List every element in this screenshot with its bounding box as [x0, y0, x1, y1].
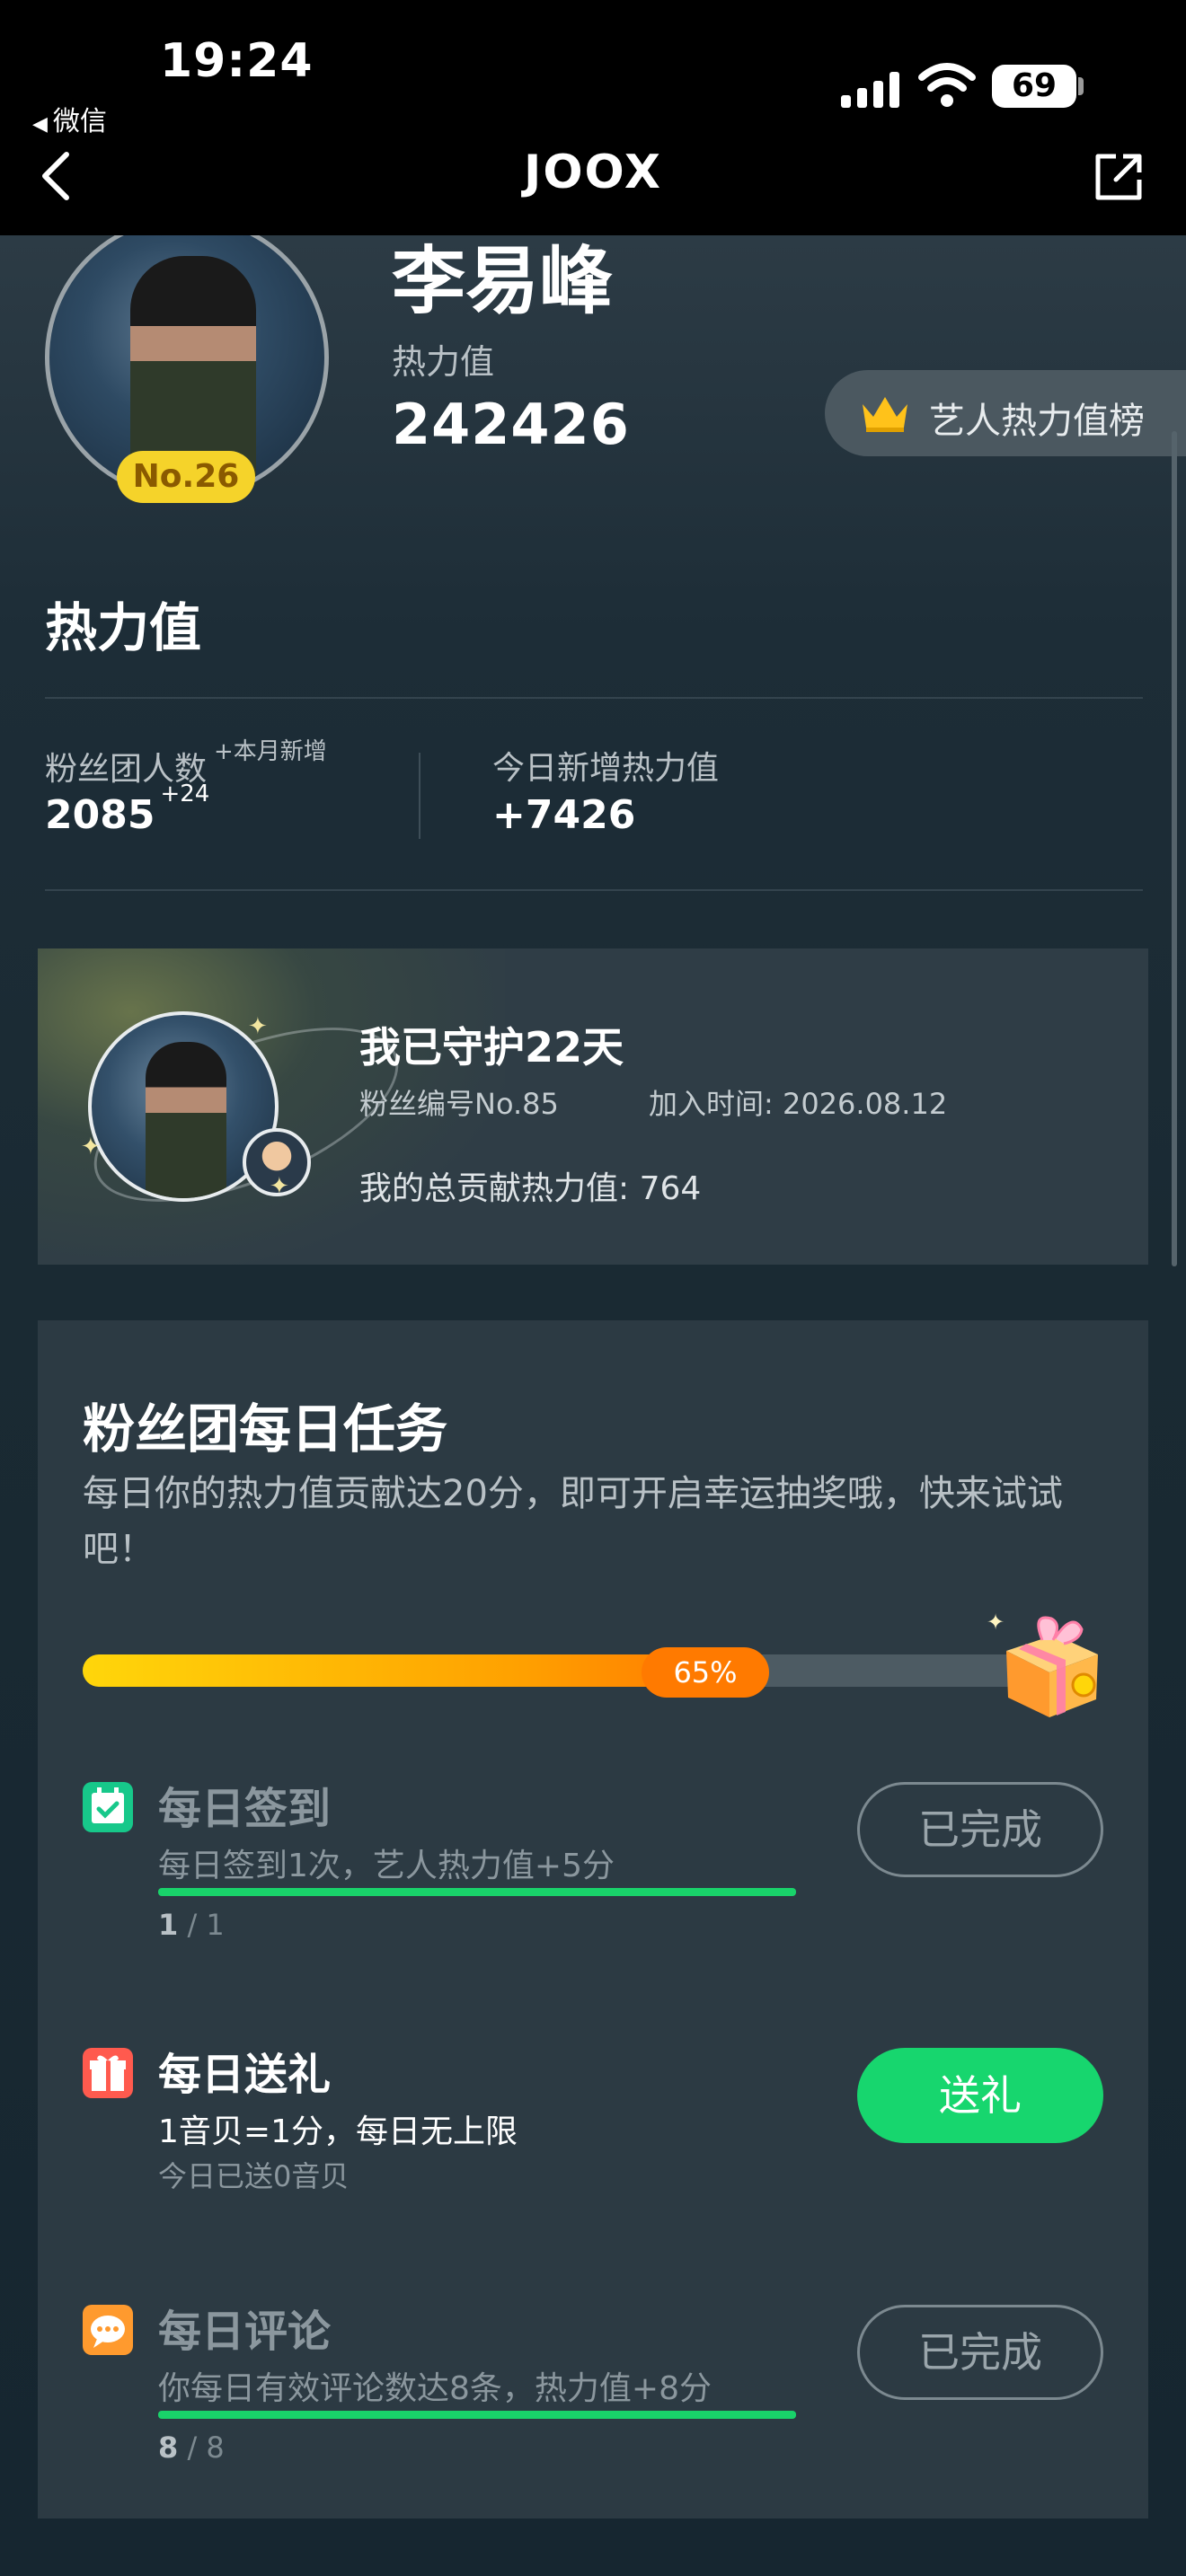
fans-count-increase: +24	[160, 781, 210, 808]
task-count: 1 / 1	[158, 1908, 225, 1942]
task-name: 每日评论	[158, 2307, 332, 2357]
task-progress-bar	[158, 1888, 796, 1896]
top-bar: 19:24 ◀ 微信 69 JOOX	[0, 0, 1186, 235]
guard-artist-photo	[146, 1042, 226, 1198]
rank-badge: No.26	[117, 451, 255, 503]
fans-count-number: 2085	[45, 792, 155, 838]
task-name: 每日送礼	[158, 2050, 332, 2100]
task-name: 每日签到	[158, 1784, 332, 1834]
task-count-done: 8	[158, 2430, 179, 2465]
status-time: 19:24	[160, 34, 314, 88]
sparkle-icon: ✦	[81, 1134, 101, 1160]
task-count-done: 1	[158, 1908, 179, 1942]
today-heat-value: +7426	[492, 792, 636, 838]
calendar-check-icon	[83, 1782, 133, 1832]
task-panel-description: 每日你的热力值贡献达20分，即可开启幸运抽奖哦，快来试试吧！	[83, 1473, 1063, 1570]
heat-section-title: 热力值	[45, 597, 202, 658]
completed-button[interactable]: 已完成	[857, 2305, 1103, 2400]
divider	[45, 889, 1143, 891]
gift-icon	[83, 2048, 133, 2098]
scrollbar[interactable]	[1172, 431, 1177, 1266]
heat-label: 热力值	[392, 342, 495, 382]
task-description: 1音贝=1分，每日无上限	[158, 2113, 518, 2150]
svg-text:✦: ✦	[987, 1610, 1005, 1635]
sparkle-icon: ✦	[248, 1013, 268, 1040]
task-sent-today: 今日已送0音贝	[158, 2159, 350, 2193]
task-count-sep: /	[178, 2430, 207, 2465]
daily-task-panel: 粉丝团每日任务 每日你的热力值贡献达20分，即可开启幸运抽奖哦，快来试试吧！ 6…	[38, 1320, 1148, 2519]
battery-indicator: 69	[992, 65, 1076, 108]
daily-progress-fill	[83, 1654, 713, 1687]
ranking-button[interactable]: 艺人热力值榜	[825, 370, 1186, 456]
task-progress-bar	[158, 2411, 796, 2419]
fan-number: 粉丝编号No.85	[359, 1087, 559, 1121]
fans-count-value: 2085 +24	[45, 781, 209, 838]
guard-card[interactable]: ✦ ✦ ✦ 我已守护22天 粉丝编号No.85 加入时间: 2026.08.12…	[38, 948, 1148, 1265]
back-app-label: 微信	[52, 106, 107, 137]
gift-box-icon[interactable]: ✦	[979, 1599, 1114, 1725]
task-description: 你每日有效评论数达8条，热力值+8分	[158, 2370, 712, 2407]
ranking-label: 艺人热力值榜	[929, 401, 1145, 442]
task-count-total: 8	[206, 2430, 225, 2465]
signal-icon	[841, 72, 900, 108]
back-to-app-link[interactable]: ◀ 微信	[32, 99, 107, 138]
artist-name: 李易峰	[392, 239, 614, 324]
heat-value: 242426	[392, 392, 630, 457]
divider	[45, 697, 1143, 699]
task-panel-title: 粉丝团每日任务	[83, 1398, 448, 1460]
daily-progress-label: 65%	[642, 1647, 769, 1698]
today-heat-label: 今日新增热力值	[492, 750, 720, 787]
join-time: 加入时间: 2026.08.12	[649, 1087, 948, 1121]
task-description: 每日签到1次，艺人热力值+5分	[158, 1848, 615, 1884]
share-icon[interactable]	[1093, 151, 1145, 203]
comment-icon	[83, 2305, 133, 2355]
crown-icon	[863, 397, 907, 432]
task-count-total: 1	[206, 1908, 225, 1942]
send-gift-button[interactable]: 送礼	[857, 2048, 1103, 2143]
wifi-icon	[918, 63, 976, 107]
fans-count-label-sup: +本月新增	[214, 738, 327, 765]
stat-divider	[419, 753, 420, 839]
daily-progress-bar	[83, 1654, 1053, 1687]
task-count-sep: /	[178, 1908, 207, 1942]
battery-cap	[1078, 77, 1084, 95]
back-triangle-icon: ◀	[32, 113, 48, 136]
guard-days-title: 我已守护22天	[359, 1023, 624, 1072]
completed-button[interactable]: 已完成	[857, 1782, 1103, 1877]
total-contribution: 我的总贡献热力值: 764	[359, 1170, 702, 1207]
sparkle-icon: ✦	[270, 1173, 289, 1200]
task-count: 8 / 8	[158, 2430, 225, 2465]
nav-title: JOOX	[524, 146, 662, 199]
